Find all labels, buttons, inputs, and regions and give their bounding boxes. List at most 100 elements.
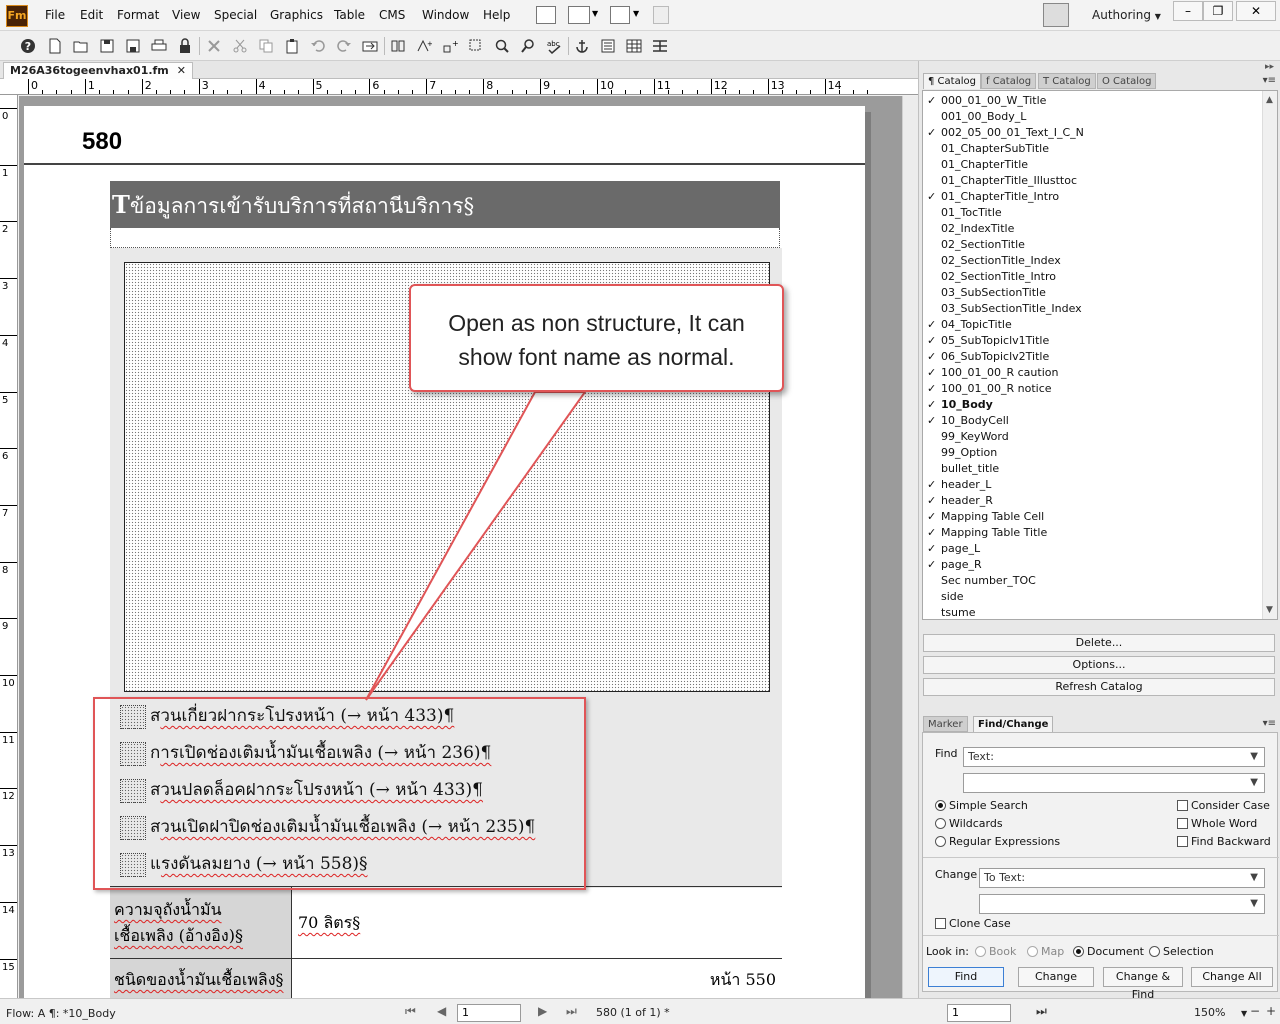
menu-special[interactable]: Special [214, 8, 257, 22]
redo-icon[interactable] [336, 38, 352, 54]
menu-cms[interactable]: CMS [379, 8, 405, 22]
change-button[interactable]: Change [1018, 967, 1094, 987]
catalog-item[interactable]: ✓ Mapping Table Title [927, 525, 1047, 541]
print-icon[interactable] [151, 38, 167, 54]
screen-mode-icon[interactable] [610, 6, 630, 24]
close-button[interactable]: ✕ [1236, 1, 1276, 21]
catalog-item[interactable]: side [927, 589, 964, 605]
catalog-item[interactable]: ✓ 05_SubTopiclv1Title [927, 333, 1049, 349]
table-cell-value[interactable]: หน้า 550 [292, 959, 782, 998]
zoom-level[interactable]: 150% ▼ [1194, 1006, 1247, 1019]
menu-graphics[interactable]: Graphics [270, 8, 323, 22]
scroll-up-icon[interactable]: ▲ [1266, 95, 1273, 105]
simple-search-radio[interactable]: Simple Search [935, 799, 1028, 812]
go-to-icon[interactable]: ⏭ [1036, 1004, 1047, 1019]
delete-icon[interactable] [206, 38, 222, 54]
paragraph-designer-icon[interactable] [600, 38, 616, 54]
menu-file[interactable]: File [45, 8, 65, 22]
save-as-icon[interactable] [125, 38, 141, 54]
catalog-item[interactable]: ✓ 10_Body [927, 397, 993, 413]
panel-menu-icon[interactable]: ▾≡ [1263, 75, 1276, 86]
document-tab[interactable]: M26A36togeenvhax01.fm ✕ [3, 62, 193, 79]
open-icon[interactable] [73, 38, 89, 54]
horizontal-ruler[interactable]: 0 1 2 3 4 5 6 7 8 9 10 11 12 13 14 [0, 79, 918, 95]
catalog-item[interactable]: ✓ Mapping Table Cell [927, 509, 1044, 525]
catalog-item[interactable]: ✓ 04_TopicTitle [927, 317, 1012, 333]
new-document-icon[interactable] [47, 38, 63, 54]
zoom-in-icon[interactable]: + [1266, 1004, 1276, 1018]
whole-word-checkbox[interactable]: Whole Word [1177, 817, 1257, 830]
line-input[interactable]: 1 [947, 1004, 1011, 1022]
document-scrollbar[interactable] [902, 96, 918, 998]
table-row[interactable]: ชนิดของน้ำมันเชื้อเพลิง§ หน้า 550 [110, 959, 782, 998]
table-designer-icon[interactable] [652, 38, 668, 54]
catalog-item[interactable]: ✓ 002_05_00_01_Text_I_C_N [927, 125, 1084, 141]
anchor-icon[interactable] [574, 38, 590, 54]
refresh-catalog-button[interactable]: Refresh Catalog [923, 678, 1275, 696]
find-text-input[interactable]: ▼ [963, 773, 1265, 793]
menu-view[interactable]: View [172, 8, 200, 22]
find-button[interactable]: Find [928, 967, 1004, 987]
workspace-icon[interactable] [1043, 3, 1069, 27]
catalog-item[interactable]: 02_IndexTitle [927, 221, 1014, 237]
find-type-select[interactable]: Text: ▼ [963, 747, 1265, 767]
catalog-item[interactable]: 02_SectionTitle_Index [927, 253, 1061, 269]
scope-map-radio[interactable]: Map [1027, 945, 1064, 958]
catalog-item[interactable]: 01_ChapterTitle [927, 157, 1028, 173]
catalog-item[interactable]: 01_ChapterTitle_Illusttoc [927, 173, 1077, 189]
next-page-icon[interactable]: ▶ [538, 1004, 547, 1018]
panel-menu-icon[interactable]: ▾≡ [1263, 718, 1276, 729]
catalog-options-button[interactable]: Options... [923, 656, 1275, 674]
paste-icon[interactable] [284, 38, 300, 54]
catalog-item[interactable]: ✓ 01_ChapterTitle_Intro [927, 189, 1059, 205]
regex-radio[interactable]: Regular Expressions [935, 835, 1060, 848]
catalog-item[interactable]: 001_00_Body_L [927, 109, 1026, 125]
menu-edit[interactable]: Edit [80, 8, 103, 22]
tab-paragraph-catalog[interactable]: ¶ Catalog [923, 73, 981, 89]
previous-page-icon[interactable]: ◀ [437, 1004, 446, 1018]
page-number-input[interactable]: 1 [457, 1004, 521, 1022]
scope-selection-radio[interactable]: Selection [1149, 945, 1214, 958]
change-text-input[interactable]: ▼ [979, 894, 1265, 914]
tab-table-catalog[interactable]: T Catalog [1038, 73, 1096, 89]
catalog-item[interactable]: 01_ChapterSubTitle [927, 141, 1049, 157]
tab-object-catalog[interactable]: O Catalog [1097, 73, 1157, 89]
chevron-down-icon[interactable]: ▼ [633, 9, 639, 18]
restore-button[interactable]: ❐ [1203, 1, 1233, 21]
cut-icon[interactable] [232, 38, 248, 54]
minimize-button[interactable]: – [1173, 1, 1203, 21]
find-icon[interactable] [520, 38, 536, 54]
panel-layout-icon[interactable] [536, 6, 556, 24]
save-icon[interactable] [99, 38, 115, 54]
tab-character-catalog[interactable]: f Catalog [981, 73, 1037, 89]
catalog-item[interactable]: 02_SectionTitle_Intro [927, 269, 1056, 285]
change-type-select[interactable]: To Text: ▼ [979, 868, 1265, 888]
chevron-down-icon[interactable]: ▼ [592, 9, 598, 18]
table-cell-label[interactable]: ความจุถังน้ำมัน เชื้อเพลิง (อ้างอิง)§ [110, 887, 292, 958]
catalog-item[interactable]: ✓ 000_01_00_W_Title [927, 93, 1046, 109]
table-cell-value[interactable]: 70 ลิตร§ [292, 887, 782, 958]
catalog-item[interactable]: Sec number_TOC [927, 573, 1036, 589]
last-page-icon[interactable]: ⏭ [566, 1004, 577, 1019]
window-layout-icon[interactable] [568, 6, 590, 24]
zoom-icon[interactable] [494, 38, 510, 54]
menu-format[interactable]: Format [117, 8, 159, 22]
change-all-button[interactable]: Change All [1191, 967, 1273, 987]
catalog-item[interactable]: 03_SubSectionTitle_Index [927, 301, 1082, 317]
catalog-item[interactable]: 99_KeyWord [927, 429, 1009, 445]
spelling-icon[interactable]: abc [546, 38, 562, 54]
find-backward-checkbox[interactable]: Find Backward [1177, 835, 1271, 848]
framemaker-app-icon[interactable]: Fm [6, 5, 28, 27]
tab-marker[interactable]: Marker [923, 716, 968, 732]
catalog-item[interactable]: ✓ page_L [927, 541, 980, 557]
catalog-item[interactable]: ✓ 100_01_00_R notice [927, 381, 1052, 397]
paragraph-catalog-list[interactable]: ▲ ▼ ✓ 000_01_00_W_Title 001_00_Body_L ✓ 002_… [922, 90, 1278, 620]
scope-book-radio[interactable]: Book [975, 945, 1016, 958]
collapse-panel-icon[interactable]: ▸▸ [1265, 62, 1274, 72]
catalog-item[interactable]: 03_SubSectionTitle [927, 285, 1046, 301]
structure-view-icon[interactable] [653, 6, 669, 24]
catalog-item[interactable]: ✓ 06_SubTopiclv2Title [927, 349, 1049, 365]
catalog-item[interactable]: 01_TocTitle [927, 205, 1002, 221]
scope-document-radio[interactable]: Document [1073, 945, 1144, 958]
change-and-find-button[interactable]: Change & Find [1103, 967, 1183, 1001]
